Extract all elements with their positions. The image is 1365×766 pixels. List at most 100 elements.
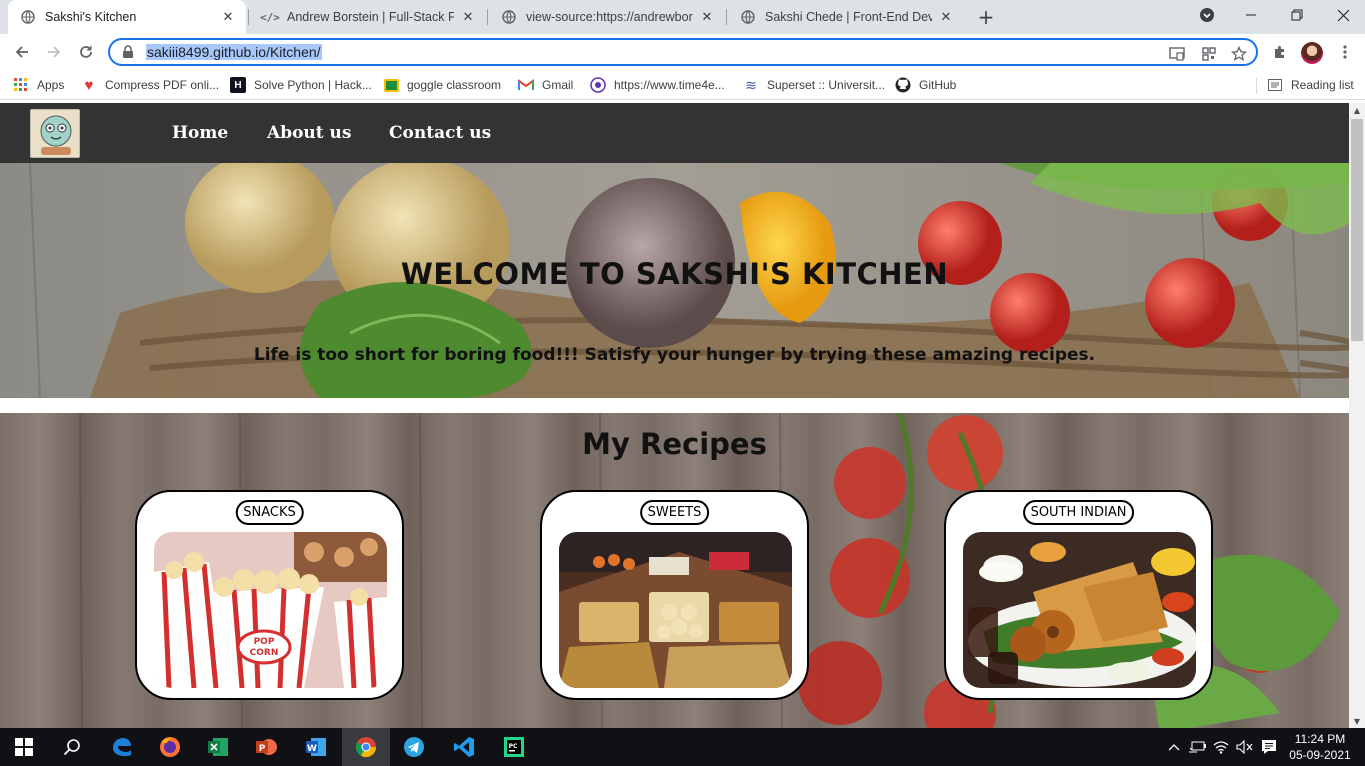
bookmark-compress-pdf[interactable]: ♥ Compress PDF onli...	[81, 76, 219, 94]
firefox-icon[interactable]	[146, 728, 194, 766]
recipe-card-south-indian[interactable]: SOUTH INDIAN	[944, 490, 1213, 700]
bookmark-label: Compress PDF onli...	[105, 78, 220, 92]
battery-icon[interactable]	[1188, 738, 1206, 756]
search-icon[interactable]	[48, 728, 96, 766]
tab-sakshis-kitchen[interactable]: Sakshi's Kitchen ✕	[8, 0, 246, 34]
windows-start-icon[interactable]	[0, 728, 48, 766]
globe-icon	[501, 9, 517, 25]
tab-search-icon[interactable]	[1184, 0, 1230, 30]
tab-divider	[487, 9, 488, 25]
reading-list-icon	[1267, 77, 1283, 93]
back-button[interactable]	[8, 38, 36, 66]
site-icon	[590, 77, 606, 93]
close-tab-icon[interactable]: ✕	[938, 9, 954, 25]
code-icon: </>	[260, 10, 280, 24]
bookmark-label: https://www.time4e...	[614, 78, 725, 92]
chrome-icon[interactable]	[342, 728, 390, 766]
reading-list-button[interactable]: Reading list	[1267, 76, 1354, 94]
recipes-title: My Recipes	[582, 427, 767, 461]
close-tab-icon[interactable]: ✕	[460, 9, 476, 25]
extensions-puzzle-icon[interactable]	[1270, 42, 1290, 62]
clock-date: 05-09-2021	[1289, 748, 1351, 762]
page-viewport: Home About us Contact us WELCOME TO SAKS…	[0, 103, 1349, 728]
nav-link-home[interactable]: Home	[172, 123, 228, 143]
bookmark-label: GitHub	[919, 78, 957, 92]
recipe-card-label[interactable]: SOUTH INDIAN	[1022, 500, 1135, 525]
profile-avatar[interactable]	[1301, 42, 1323, 64]
bookmark-apps[interactable]: Apps	[13, 76, 64, 94]
recipe-card-sweets[interactable]: SWEETS	[540, 490, 809, 700]
close-window-button[interactable]	[1320, 0, 1365, 30]
recipe-card-snacks[interactable]: SNACKS POP CORN	[135, 490, 404, 700]
edge-icon[interactable]	[98, 728, 146, 766]
close-tab-icon[interactable]: ✕	[220, 9, 236, 25]
scroll-up-arrow-icon[interactable]: ▲	[1349, 103, 1365, 117]
tab-sakshi-chede[interactable]: Sakshi Chede | Front-End Develop ✕	[728, 0, 964, 34]
vscode-icon[interactable]	[440, 728, 488, 766]
url-text[interactable]: sakiii8499.github.io/Kitchen/	[146, 44, 322, 60]
new-tab-button[interactable]: +	[975, 5, 997, 29]
chevron-up-icon[interactable]	[1166, 738, 1182, 756]
globe-icon	[740, 9, 756, 25]
heart-icon: ♥	[84, 76, 94, 94]
forward-button[interactable]	[40, 38, 68, 66]
taskbar-clock[interactable]: 11:24 PM 05-09-2021	[1282, 731, 1358, 763]
pycharm-icon[interactable]: PC	[490, 728, 538, 766]
bookmark-time4e[interactable]: https://www.time4e...	[590, 76, 725, 94]
nav-link-contact-us[interactable]: Contact us	[389, 123, 491, 143]
minimize-window-button[interactable]	[1228, 0, 1274, 30]
chrome-menu-icon[interactable]	[1335, 42, 1355, 62]
hackerrank-icon: H	[230, 77, 246, 93]
hero-title: WELCOME TO SAKSHI'S KITCHEN	[400, 257, 949, 291]
bookmark-gmail[interactable]: Gmail	[518, 76, 573, 94]
bookmark-label: Apps	[37, 78, 65, 92]
globe-icon	[20, 9, 36, 25]
address-bar[interactable]: sakiii8499.github.io/Kitchen/	[108, 38, 1258, 66]
nav-link-about-us[interactable]: About us	[267, 123, 351, 143]
dosa-vada-image[interactable]	[963, 532, 1196, 688]
tab-view-source[interactable]: view-source:https://andrewborste ✕	[489, 0, 725, 34]
bookmark-label: Superset :: Universit...	[767, 78, 886, 92]
bookmark-github[interactable]: GitHub	[895, 76, 956, 94]
recipe-card-label[interactable]: SWEETS	[639, 500, 710, 525]
word-icon[interactable]: W	[292, 728, 340, 766]
bookmark-hackerrank[interactable]: H Solve Python | Hack...	[230, 76, 372, 94]
telegram-icon[interactable]	[390, 728, 438, 766]
bookmark-label: goggle classroom	[407, 78, 502, 92]
hero-subtitle: Life is too short for boring food!!! Sat…	[253, 345, 1096, 365]
svg-text:W: W	[307, 744, 317, 754]
notifications-icon[interactable]	[1260, 738, 1278, 756]
bookmark-superset[interactable]: ≋ Superset :: Universit...	[743, 76, 885, 94]
lock-icon[interactable]	[120, 44, 136, 60]
recipe-card-label[interactable]: SNACKS	[235, 500, 304, 525]
bookmarks-divider	[1256, 78, 1257, 94]
wifi-icon[interactable]	[1212, 738, 1230, 756]
cast-icon[interactable]	[1168, 45, 1186, 63]
indian-sweets-image[interactable]	[559, 532, 792, 688]
tab-divider	[726, 9, 727, 25]
site-logo[interactable]	[30, 109, 80, 158]
bookmark-label: Gmail	[542, 78, 574, 92]
restore-window-button[interactable]	[1274, 0, 1320, 30]
scroll-down-arrow-icon[interactable]: ▼	[1349, 714, 1365, 728]
reload-button[interactable]	[72, 38, 100, 66]
tab-title: Andrew Borstein | Full-Stack Fron	[287, 10, 454, 24]
tab-andrew-borstein[interactable]: </> Andrew Borstein | Full-Stack Fron ✕	[250, 0, 486, 34]
speaker-muted-icon[interactable]	[1236, 738, 1254, 756]
apps-grid-icon	[13, 77, 29, 93]
tab-title: Sakshi's Kitchen	[45, 10, 137, 24]
close-tab-icon[interactable]: ✕	[699, 9, 715, 25]
bookmark-classroom[interactable]: goggle classroom	[384, 76, 501, 94]
powerpoint-icon[interactable]: P	[242, 728, 290, 766]
excel-icon[interactable]	[194, 728, 242, 766]
bookmarks-bar: Apps ♥ Compress PDF onli... H Solve Pyth…	[0, 70, 1365, 100]
reading-list-label: Reading list	[1291, 78, 1354, 92]
bookmark-star-icon[interactable]	[1230, 45, 1248, 63]
recipes-section: My Recipes SNACKS POP CORN SWEETS SOUTH …	[0, 413, 1349, 728]
popcorn-image[interactable]: POP CORN	[154, 532, 387, 688]
svg-text:POP: POP	[254, 637, 275, 647]
svg-text:PC: PC	[509, 743, 518, 750]
qr-code-icon[interactable]	[1200, 45, 1218, 63]
page-scrollbar[interactable]: ▲ ▼	[1349, 103, 1365, 728]
scrollbar-thumb[interactable]	[1351, 119, 1363, 341]
